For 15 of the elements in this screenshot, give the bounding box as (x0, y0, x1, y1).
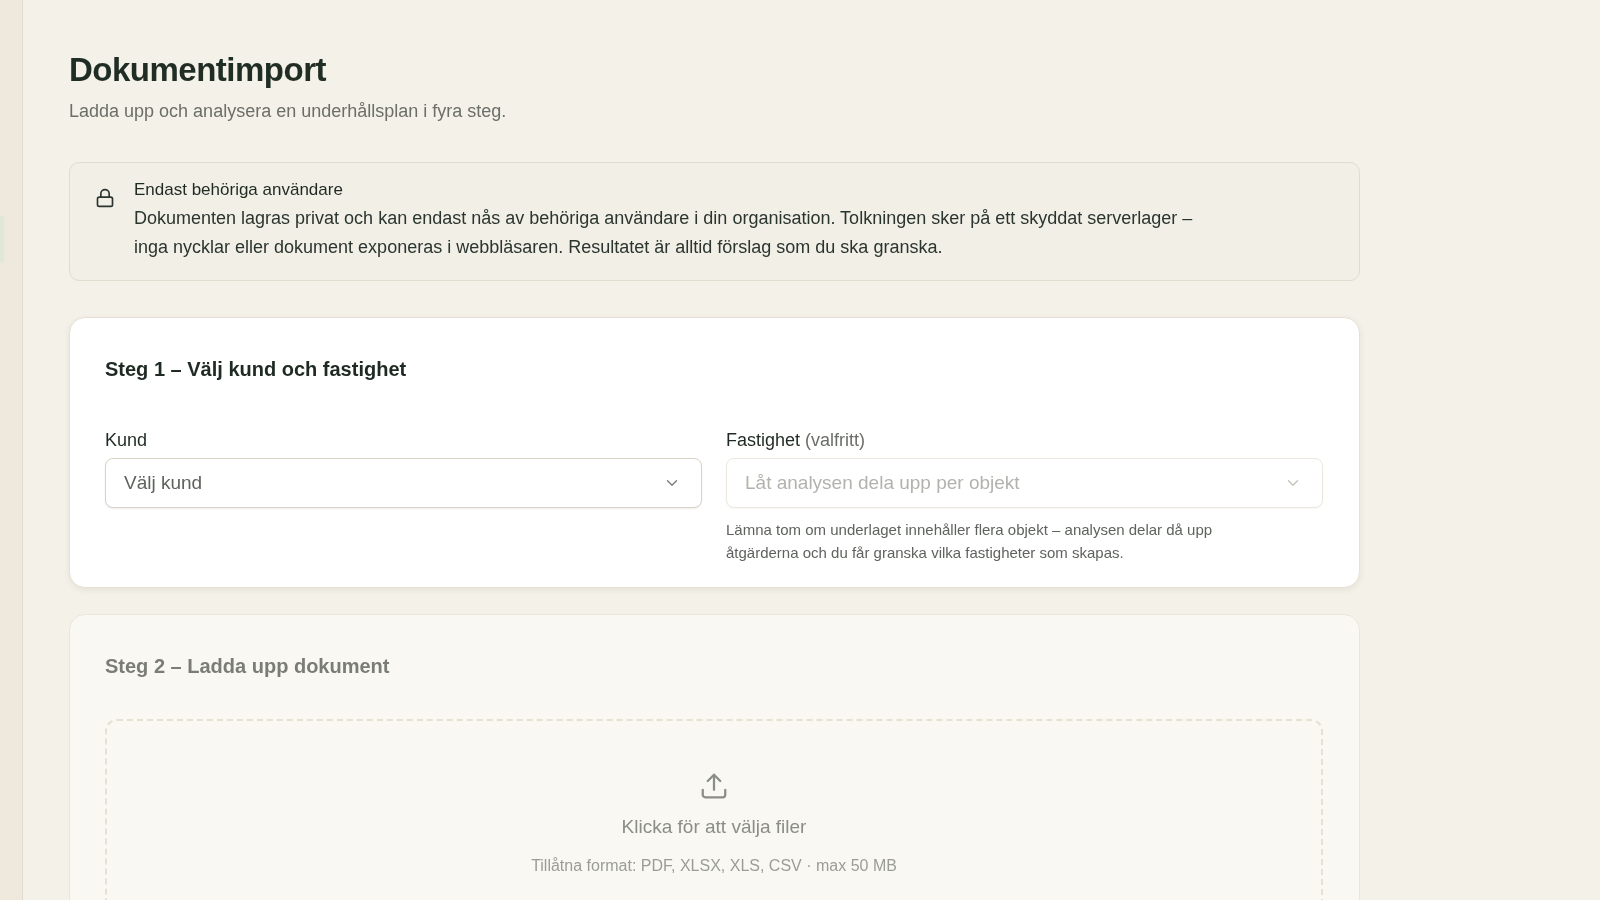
optional-note: (valfritt) (805, 429, 866, 452)
page-subtitle: Ladda upp och analysera en underhållsplan i fyra steg. (69, 100, 508, 123)
field-label: Fastighet (726, 429, 801, 452)
upload-icon (699, 771, 729, 801)
page-title: Dokumentimport (69, 50, 327, 90)
notice-text: Dokumenten lagras privat och kan endast nås av behöriga användare i din organisation. Tolkningen sker på ett skyddat serverlager – inga nycklar eller dokument exponeras i webbläsaren. Resultatet är alltid förslag som du ska granska. (134, 207, 1194, 259)
select-field[interactable]: Välj kund (105, 458, 702, 508)
step-title: Steg 2 – Ladda upp dokument (105, 654, 391, 679)
notice-title: Endast behöriga användare (134, 179, 344, 201)
allowed-formats: Tillåtna format: PDF, XLSX, XLS, CSV · max 50 MB (531, 856, 897, 876)
lock-icon (95, 188, 115, 208)
field-hint: Lämna tom om underlaget innehåller flera objekt – analysen delar då upp åtgärderna och du får granska vilka fastigheter som skapas. (726, 520, 1214, 563)
dropzone-prompt: Klicka för att välja filer (621, 815, 807, 839)
step-title: Steg 1 – Välj kund och fastighet (105, 357, 408, 382)
field-label: Kund (105, 429, 148, 452)
